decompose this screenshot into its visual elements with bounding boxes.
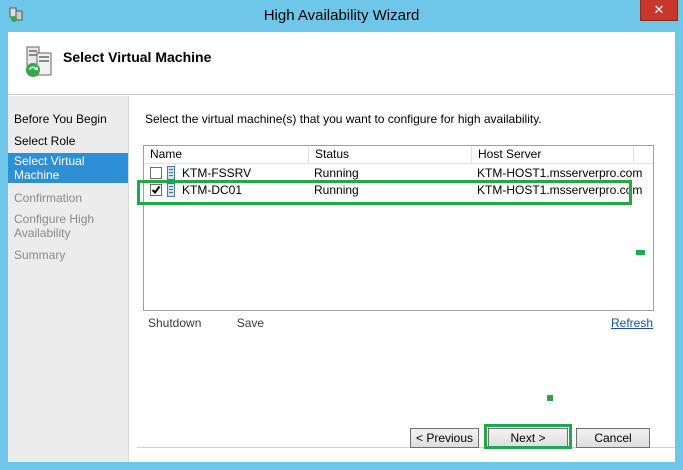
shutdown-action: Shutdown: [148, 316, 202, 330]
page-title: Select Virtual Machine: [63, 49, 212, 65]
vm-status: Running: [314, 166, 359, 180]
refresh-link[interactable]: Refresh: [611, 316, 653, 330]
save-action: Save: [236, 316, 265, 330]
virtual-machine-icon: [26, 46, 52, 77]
title-bar[interactable]: High Availability Wizard ✕: [0, 0, 683, 32]
instruction-text: Select the virtual machine(s) that you w…: [145, 112, 542, 126]
nav-item-select-role[interactable]: Select Role: [8, 134, 128, 148]
vm-server-icon: [167, 166, 175, 180]
vm-list[interactable]: Name Status Host Server KTM-FSSRV Runnin…: [143, 145, 654, 311]
row-checkbox[interactable]: [150, 167, 162, 179]
nav-item-confirmation: Confirmation: [14, 191, 83, 205]
vm-name: KTM-FSSRV: [182, 166, 252, 180]
nav-item-select-virtual-machine[interactable]: Select Virtual Machine: [8, 153, 128, 183]
column-header-status[interactable]: Status: [309, 146, 472, 164]
window-title: High Availability Wizard: [263, 7, 420, 24]
table-row[interactable]: KTM-FSSRV Running KTM-HOST1.msserverpro.…: [144, 165, 653, 181]
close-icon: ✕: [653, 2, 665, 17]
nav-item-configure-high-availability: Configure High Availability: [14, 212, 95, 240]
nav-item-summary: Summary: [14, 248, 66, 262]
close-button[interactable]: ✕: [640, 0, 678, 21]
annotation-marker: [636, 250, 645, 255]
annotation-marker: [547, 395, 553, 401]
selected-row-highlight: [137, 180, 632, 205]
column-header-host-server[interactable]: Host Server: [472, 146, 634, 164]
wizard-window: High Availability Wizard ✕ Select Virtua…: [0, 0, 683, 470]
previous-button[interactable]: < Previous: [410, 428, 479, 448]
column-header-name[interactable]: Name: [144, 146, 309, 164]
list-actions: Shutdown Save: [148, 316, 296, 330]
wizard-client-area: Select Virtual Machine Before You Begin …: [8, 32, 675, 462]
wizard-nav: Before You Begin Select Role Select Virt…: [8, 96, 129, 462]
wizard-header: Select Virtual Machine: [8, 32, 675, 95]
vm-list-header: Name Status Host Server: [144, 146, 653, 164]
cancel-button[interactable]: Cancel: [576, 428, 650, 448]
vm-host: KTM-HOST1.msserverpro.com: [477, 166, 643, 180]
next-button-highlight: [484, 424, 572, 449]
wizard-content: Select the virtual machine(s) that you w…: [129, 96, 675, 462]
nav-item-before-you-begin[interactable]: Before You Begin: [8, 112, 128, 126]
